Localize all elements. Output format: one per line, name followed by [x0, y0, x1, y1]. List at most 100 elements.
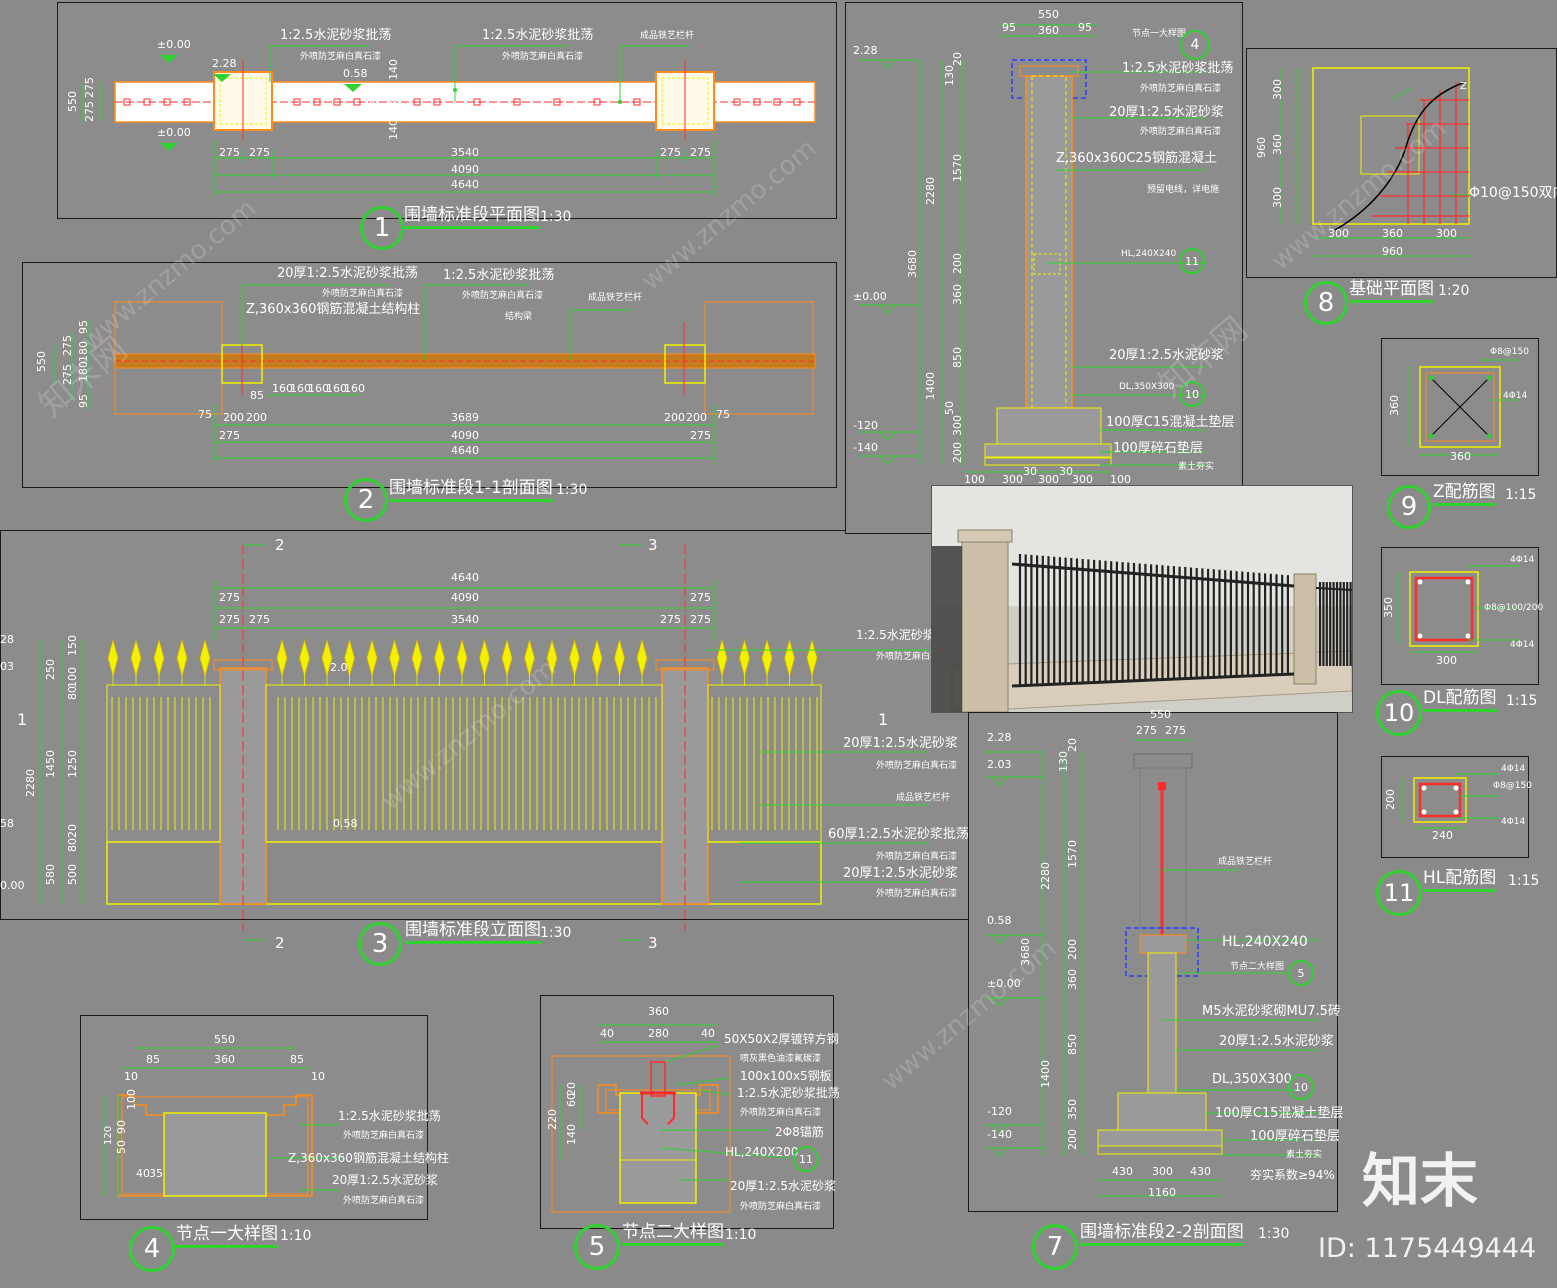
found-dim-b2: 300 [1436, 227, 1457, 240]
plan-note-5: 成品铁艺栏杆 [640, 31, 695, 41]
s22-dim-l0: 130 [1057, 751, 1070, 772]
sec1-note-3: Z,360x360钢筋混凝土结构柱 [246, 302, 421, 317]
found-dim-b1: 360 [1382, 227, 1403, 240]
frame-plan [57, 2, 837, 219]
plan-dim-l1: 275 [83, 77, 96, 98]
elev-cut-2-top: 2 [275, 536, 285, 554]
s22-dim-l5: 200 [1066, 939, 1079, 960]
elev-cut-3-bottom: 3 [648, 934, 658, 952]
found-dim-b3: 960 [1382, 245, 1403, 258]
plan-dim-b0: 275 [219, 146, 240, 159]
n2-dim-t2: 280 [648, 1027, 669, 1040]
col-note-12: 100厚碎石垫层 [1113, 441, 1203, 456]
view-1-scale: 1:30 [540, 209, 572, 225]
found-dim-l1: 300 [1271, 79, 1284, 100]
sec1-dim-b9: 3689 [451, 411, 479, 424]
s22-level-0: 2.28 [987, 731, 1012, 744]
plan-note-2: 外喷防芝麻白真石漆 [300, 52, 382, 62]
plan-level-3: 0.58 [343, 67, 368, 80]
view-1-title: 围墙标准段平面图 [404, 205, 540, 229]
s22-note-1: 成品铁艺栏杆 [1218, 857, 1273, 867]
z-dim-h: 360 [1450, 450, 1471, 463]
elev-dim-l11: 580 [44, 864, 57, 885]
elev-dim-t8: 275 [690, 613, 711, 626]
n1-dim-l5: 35 [149, 1167, 163, 1180]
s22-level-3: ±0.00 [987, 977, 1021, 990]
n1-dim-t1: 85 [146, 1053, 160, 1066]
n2-note-9: 外喷防芝麻白真石漆 [740, 1202, 822, 1212]
col-tag-11: 11 [1179, 248, 1205, 274]
dl-dim-h: 300 [1436, 654, 1457, 667]
hl-dim-h: 240 [1432, 829, 1453, 842]
elev-cut-1-right: 1 [878, 710, 889, 729]
n2-note-2: 喷灰黑色油漆氟碳漆 [740, 1054, 822, 1064]
n2-note-3: 100x100x5钢板 [740, 1069, 832, 1083]
render-image [931, 485, 1353, 713]
s22-note-6: DL,350X300 [1212, 1072, 1292, 1087]
n2-note-1: 50X50X2厚镀锌方钢 [724, 1032, 839, 1046]
n1-note-5: 外喷防芝麻白真石漆 [343, 1196, 425, 1206]
col-note-3: 外喷防芝麻白真石漆 [1140, 84, 1222, 94]
sec1-dim-b11: 200 [686, 411, 707, 424]
n1-dim-l3: 50 [115, 1140, 128, 1154]
s22-dim-t1: 275 [1136, 724, 1157, 737]
found-dim-l3: 300 [1271, 187, 1284, 208]
view-10-title: DL配筋图 [1423, 688, 1497, 712]
sec1-dim-l3: 95 [77, 320, 90, 334]
col-note-10: DL,350X300 [1119, 382, 1175, 392]
s22-dim-b0: 430 [1112, 1165, 1133, 1178]
s22-dim-l7: 850 [1066, 1034, 1079, 1055]
col-level-1: 2.28 [853, 44, 878, 57]
plan-dim-b4: 275 [690, 146, 711, 159]
col-note-11: 100厚C15混凝土垫层 [1106, 415, 1235, 430]
plan-note-1: 1:2.5水泥砂浆批荡 [280, 28, 392, 43]
sec1-dim-l4: 180 [77, 341, 90, 362]
elev-note-5: 成品铁艺栏杆 [896, 793, 951, 803]
col-tag-10: 10 [1179, 381, 1205, 407]
view-11-number-circle: 11 [1376, 870, 1422, 916]
col-note-8: HL,240X240 [1121, 249, 1177, 259]
n1-dim-t5: 10 [311, 1070, 325, 1083]
s22-dim-l2: 1570 [1066, 840, 1079, 868]
elev-level-2: 0.58 [333, 817, 358, 830]
plan-dim-b1: 275 [249, 146, 270, 159]
n2-dim-t3: 40 [701, 1027, 715, 1040]
elev-dim-l3: 150 [66, 635, 79, 656]
col-dim-b3: 300 [1072, 473, 1093, 486]
plan-dim-l0: 550 [66, 91, 79, 112]
hl-note-3: 4Φ14 [1501, 817, 1526, 827]
col-dim-b0: 100 [964, 473, 985, 486]
elev-note-3: 20厚1:2.5水泥砂浆 [843, 736, 958, 751]
n2-note-6: 2Φ8锚筋 [775, 1125, 824, 1139]
col-note-4: 20厚1:2.5水泥砂浆 [1109, 105, 1224, 120]
col-note-6: Z,360x360C25钢筋混凝土 [1056, 151, 1217, 166]
plan-note-4: 外喷防芝麻白真石漆 [502, 52, 584, 62]
sec1-dim-b10: 200 [664, 411, 685, 424]
s22-note-10: 夯实系数≥94% [1250, 1168, 1335, 1182]
sec1-dim-b7: 200 [223, 411, 244, 424]
col-note-9: 20厚1:2.5水泥砂浆 [1109, 348, 1224, 363]
col-note-13: 素土夯实 [1178, 462, 1215, 472]
s22-dim-l1: 20 [1066, 738, 1079, 752]
view-8-number-circle: 8 [1304, 281, 1348, 325]
n1-note-2: 外喷防芝麻白真石漆 [343, 1131, 425, 1141]
sec1-dim-l0: 550 [35, 351, 48, 372]
col-dim-b5: 30 [1023, 465, 1037, 478]
col-dim-l8: 1400 [924, 372, 937, 400]
sec1-dim-l6: 95 [77, 394, 90, 408]
elev-cut-1-left: 1 [17, 710, 28, 729]
n1-note-4: 20厚1:2.5水泥砂浆 [332, 1173, 439, 1187]
plan-dim-b6: 4640 [451, 178, 479, 191]
col-dim-l7: 850 [951, 347, 964, 368]
s22-note-3: 节点二大样图 [1230, 962, 1285, 972]
s22-dim-t0: 550 [1150, 708, 1171, 721]
col-level-4: -140 [853, 441, 878, 454]
plan-dim-m1: 360 [368, 91, 381, 112]
view-8-title: 基础平面图 [1349, 279, 1434, 303]
elev-dim-t1: 275 [219, 591, 240, 604]
hl-dim-v: 200 [1384, 789, 1397, 810]
elev-level-1: 2.0 [330, 661, 348, 674]
sec1-dim-b13: 275 [219, 429, 240, 442]
plan-level-2: 2.28 [212, 57, 237, 70]
elev-note-9: 外喷防芝麻白真石漆 [876, 889, 958, 899]
